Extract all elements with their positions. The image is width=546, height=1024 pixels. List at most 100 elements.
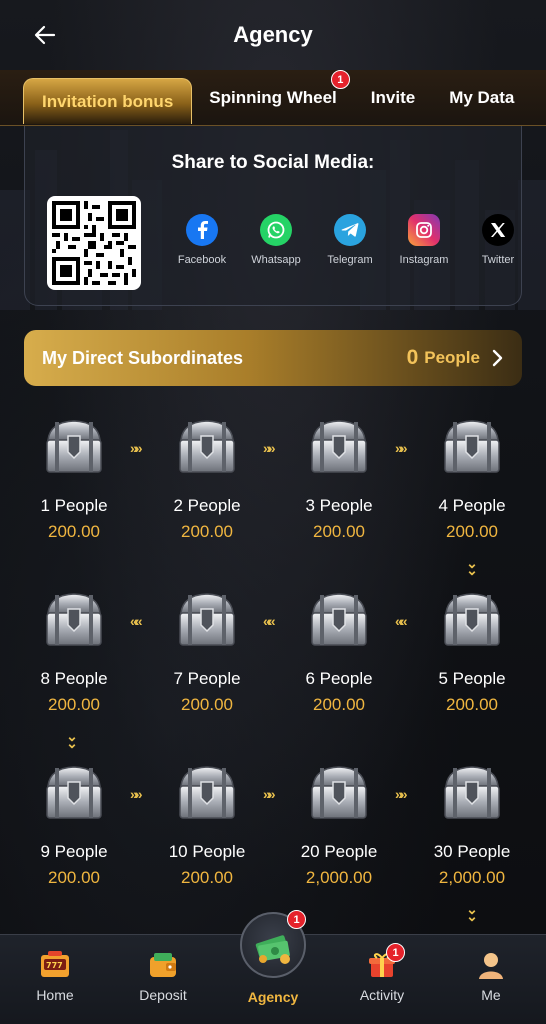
direct-subordinates-button[interactable]: My Direct Subordinates 0 People	[24, 330, 522, 386]
reward-chest-item[interactable]: 20 People 2,000.00	[284, 756, 394, 896]
reward-chest-item[interactable]: 3 People 200.00	[284, 410, 394, 550]
share-card: Share to Social Media: Facebook Whatsapp…	[24, 126, 522, 306]
reward-chest-item[interactable]: 4 People 200.00	[417, 410, 527, 550]
back-button[interactable]	[30, 20, 60, 50]
reward-people: 8 People	[40, 669, 108, 688]
instagram-icon	[408, 214, 440, 246]
reward-amount: 200.00	[181, 522, 233, 541]
share-whatsapp-button[interactable]: Whatsapp	[239, 214, 313, 266]
nav-agency[interactable]: Agency	[228, 989, 318, 1005]
reward-amount: 200.00	[313, 695, 365, 714]
nav-me[interactable]: Me	[446, 949, 536, 1003]
arrow-right-icon: »»	[395, 440, 407, 456]
reward-chest-item[interactable]: 8 People 200.00	[19, 583, 129, 723]
reward-chest-item[interactable]: 6 People 200.00	[284, 583, 394, 723]
reward-amount: 200.00	[181, 868, 233, 887]
tab-my-data[interactable]: My Data	[432, 70, 531, 125]
facebook-icon	[186, 214, 218, 246]
social-label: Telegram	[327, 254, 373, 266]
nav-label: Activity	[359, 987, 405, 1003]
notification-badge: 1	[330, 70, 350, 89]
wallet-icon	[150, 953, 176, 977]
reward-people: 5 People	[438, 669, 506, 688]
reward-people: 6 People	[305, 669, 373, 688]
tab-label: Spinning Wheel	[209, 87, 337, 107]
reward-amount: 200.00	[181, 695, 233, 714]
share-title: Share to Social Media:	[171, 152, 375, 173]
social-label: Facebook	[177, 254, 227, 266]
social-label: Whatsapp	[251, 254, 301, 266]
chevron-right-icon	[492, 349, 503, 367]
reward-amount: 2,000.00	[438, 868, 506, 887]
share-twitter-button[interactable]: Twitter	[461, 214, 535, 266]
tab-invite[interactable]: Invite	[354, 70, 432, 125]
reward-amount: 200.00	[48, 695, 100, 714]
nav-deposit[interactable]: Deposit	[118, 949, 208, 1003]
x-icon	[482, 214, 514, 246]
reward-chest-item[interactable]: 30 People 2,000.00	[417, 756, 527, 896]
reward-amount: 200.00	[48, 868, 100, 887]
social-label: Instagram	[399, 254, 449, 266]
nav-home[interactable]: 777 Home	[10, 949, 100, 1003]
qr-code-icon	[52, 201, 136, 285]
treasure-chest-icon	[46, 766, 102, 819]
treasure-chest-icon	[311, 420, 367, 473]
reward-chest-item[interactable]: 1 People 200.00	[19, 410, 129, 550]
arrow-left-icon: ««	[130, 613, 142, 629]
arrow-right-icon: »»	[263, 440, 275, 456]
agency-center-button[interactable]: 1	[240, 910, 306, 978]
arrow-left-icon: ««	[395, 613, 407, 629]
arrow-down-icon: ⌄ ⌄	[66, 728, 78, 751]
telegram-icon	[334, 214, 366, 246]
reward-people: 30 People	[433, 842, 511, 861]
reward-chest-item[interactable]: 5 People 200.00	[417, 583, 527, 723]
tab-label: Invitation bonus	[42, 91, 174, 111]
share-telegram-button[interactable]: Telegram	[313, 214, 387, 266]
slot-machine-icon: 777	[41, 951, 69, 977]
treasure-chest-icon	[311, 766, 367, 819]
treasure-chest-icon	[179, 766, 235, 819]
reward-people: 9 People	[40, 842, 108, 861]
nav-label: Agency	[247, 989, 299, 1005]
treasure-chest-icon	[179, 593, 235, 646]
reward-chest-grid: 1 People 200.00 »» 2 People 200.00 »» 3 …	[0, 410, 546, 930]
qr-code[interactable]	[47, 196, 141, 290]
arrow-right-icon: »»	[130, 786, 142, 802]
tab-label: Invite	[370, 87, 416, 107]
treasure-chest-icon	[311, 593, 367, 646]
arrow-right-icon: »»	[395, 786, 407, 802]
subordinates-label: My Direct Subordinates	[42, 347, 244, 368]
reward-people: 4 People	[438, 496, 506, 515]
nav-label: Me	[481, 987, 501, 1003]
share-facebook-button[interactable]: Facebook	[165, 214, 239, 266]
treasure-chest-icon	[444, 766, 500, 819]
reward-chest-item[interactable]: 10 People 200.00	[152, 756, 262, 896]
arrow-down-icon: ⌄ ⌄	[466, 555, 478, 578]
arrow-left-icon	[34, 25, 56, 45]
notification-badge: 1	[287, 910, 306, 929]
tab-spinning-wheel[interactable]: Spinning Wheel 1	[192, 70, 354, 125]
arrow-right-icon: »»	[263, 786, 275, 802]
app-header: Agency	[0, 0, 546, 70]
arrow-left-icon: ««	[263, 613, 275, 629]
reward-amount: 2,000.00	[305, 868, 373, 887]
tab-label: My Data	[449, 87, 515, 107]
treasure-chest-icon	[179, 420, 235, 473]
tab-bar: Invitation bonus Spinning Wheel 1 Invite…	[0, 70, 546, 126]
reward-chest-item[interactable]: 2 People 200.00	[152, 410, 262, 550]
arrow-down-icon: ⌄ ⌄	[466, 901, 478, 924]
whatsapp-icon	[260, 214, 292, 246]
treasure-chest-icon	[444, 420, 500, 473]
tab-invitation-bonus[interactable]: Invitation bonus	[23, 78, 193, 124]
reward-people: 7 People	[173, 669, 241, 688]
reward-amount: 200.00	[48, 522, 100, 541]
reward-amount: 200.00	[446, 522, 498, 541]
social-label: Twitter	[481, 254, 515, 266]
page-title: Agency	[233, 22, 313, 47]
share-instagram-button[interactable]: Instagram	[387, 214, 461, 266]
reward-chest-item[interactable]: 9 People 200.00	[19, 756, 129, 896]
tab-more[interactable]: R	[531, 70, 546, 125]
reward-chest-item[interactable]: 7 People 200.00	[152, 583, 262, 723]
nav-activity[interactable]: 1 Activity	[337, 943, 427, 1003]
reward-people: 3 People	[305, 496, 373, 515]
